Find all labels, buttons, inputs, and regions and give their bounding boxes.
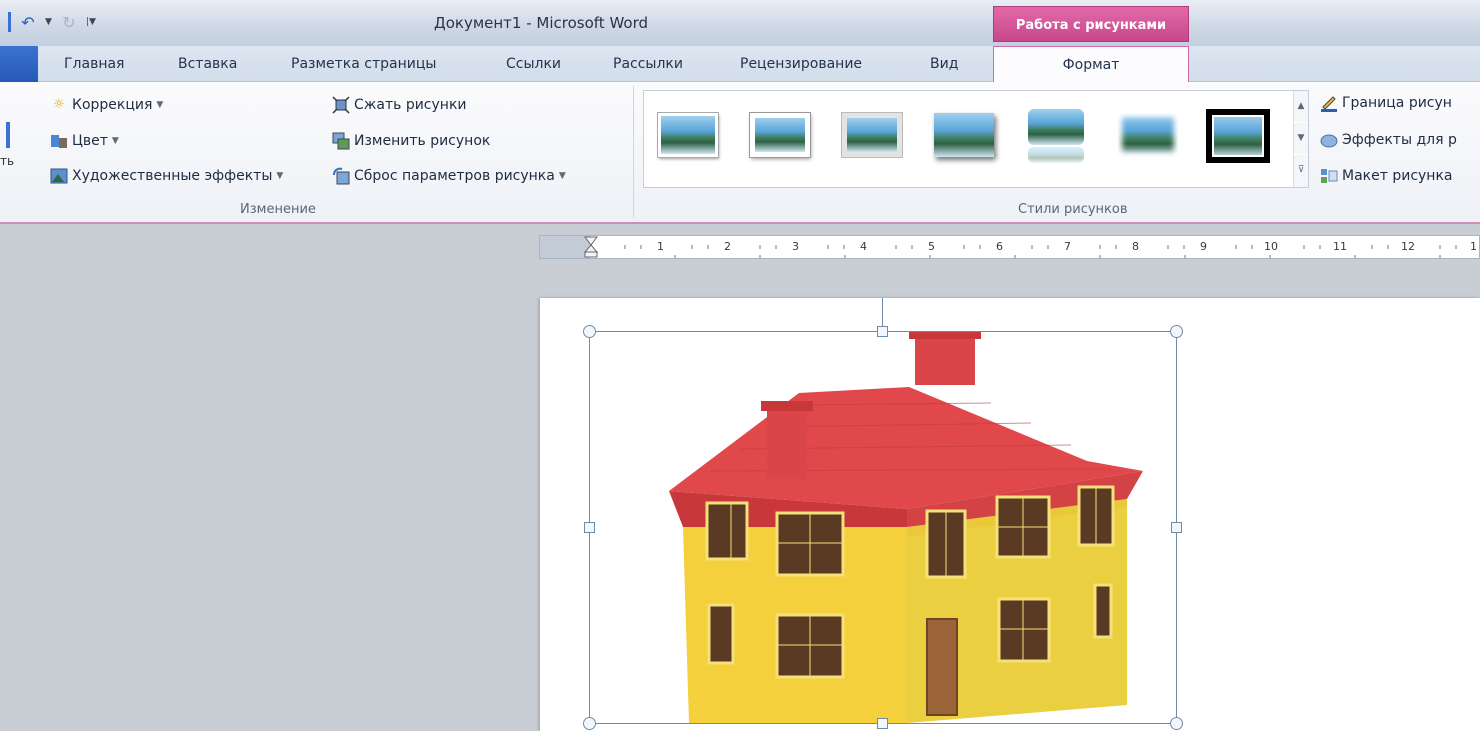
ruler-ticks: [624, 245, 1457, 258]
cutoff-button-label[interactable]: ть: [0, 154, 14, 168]
resize-handle-left[interactable]: [584, 522, 595, 533]
reset-picture-button[interactable]: Сброс параметров рисунка ▼: [332, 164, 566, 188]
compress-icon: [332, 96, 350, 114]
redo-icon[interactable]: ↻: [58, 13, 80, 32]
tab-insert[interactable]: Вставка: [178, 56, 237, 72]
resize-handle-bottom[interactable]: [877, 718, 888, 729]
picture-styles-gallery: ▲ ▼ ⊽: [643, 90, 1309, 188]
resize-handle-top[interactable]: [877, 326, 888, 337]
picture-style-thick-black-frame[interactable]: [1204, 107, 1272, 167]
ribbon-tabs: Главная Вставка Разметка страницы Ссылки…: [0, 46, 1480, 83]
tab-review[interactable]: Рецензирование: [740, 56, 862, 72]
picture-effects-button[interactable]: Эффекты для р: [1320, 128, 1457, 152]
pencil-border-icon: [1320, 94, 1338, 112]
picture-style-simple-frame[interactable]: [654, 107, 722, 167]
reset-picture-icon: [332, 167, 350, 185]
picture-style-soft-edge[interactable]: [1114, 107, 1182, 167]
tab-home[interactable]: Главная: [64, 56, 124, 72]
group-divider: [633, 86, 634, 218]
layout-icon: [1320, 167, 1338, 185]
compress-label: Сжать рисунки: [354, 97, 467, 113]
color-label: Цвет: [72, 133, 108, 149]
picture-layout-button[interactable]: Макет рисунка: [1320, 164, 1453, 188]
resize-handle-bottom-left[interactable]: [583, 717, 596, 730]
document-page[interactable]: [540, 298, 1480, 731]
gallery-scroll-down[interactable]: ▼: [1293, 123, 1308, 154]
picture-style-metal-frame[interactable]: [838, 107, 906, 167]
resize-handle-bottom-right[interactable]: [1170, 717, 1183, 730]
ribbon: ть ☼ Коррекция ▼ Цвет ▼ Художественные э…: [0, 82, 1480, 224]
tab-references[interactable]: Ссылки: [506, 56, 561, 72]
styles-group-label: Стили рисунков: [1018, 202, 1128, 217]
window-title: Документ1 - Microsoft Word: [434, 14, 648, 32]
chevron-down-icon: ▼: [111, 136, 119, 146]
color-icon: [50, 132, 68, 150]
picture-border-button[interactable]: Граница рисун: [1320, 91, 1452, 115]
undo-dropdown-icon[interactable]: ▼: [45, 17, 52, 27]
change-picture-button[interactable]: Изменить рисунок: [332, 129, 490, 153]
adjust-group-label: Изменение: [240, 202, 316, 217]
color-button[interactable]: Цвет ▼: [50, 129, 119, 153]
gallery-scroll-up[interactable]: ▲: [1293, 91, 1308, 122]
corrections-label: Коррекция: [72, 97, 153, 113]
qat-edge: [8, 12, 11, 32]
undo-icon[interactable]: ↶: [17, 13, 39, 32]
gallery-more-button[interactable]: ⊽: [1293, 155, 1308, 187]
effects-icon: [1320, 131, 1338, 149]
quick-access-toolbar: ↶ ▼ ↻ |▼: [8, 10, 96, 34]
change-picture-icon: [332, 132, 350, 150]
change-picture-label: Изменить рисунок: [354, 133, 491, 149]
corrections-button[interactable]: ☼ Коррекция ▼: [50, 93, 163, 117]
tab-view[interactable]: Вид: [930, 56, 958, 72]
title-bar: ↶ ▼ ↻ |▼ Документ1 - Microsoft Word Рабо…: [0, 0, 1480, 46]
resize-handle-top-right[interactable]: [1170, 325, 1183, 338]
picture-effects-label: Эффекты для р: [1342, 132, 1457, 148]
chevron-down-icon: ▼: [156, 100, 164, 110]
picture-style-reflected[interactable]: [1022, 107, 1090, 167]
file-tab[interactable]: [0, 46, 38, 82]
resize-handle-top-left[interactable]: [583, 325, 596, 338]
tab-format[interactable]: Формат: [993, 46, 1189, 83]
resize-handle-right[interactable]: [1171, 522, 1182, 533]
horizontal-ruler[interactable]: 1 2 3 4 5 6 7 8 9 10 11 12 1: [539, 235, 1480, 259]
artistic-effects-label: Художественные эффекты: [72, 168, 273, 184]
picture-style-white-frame[interactable]: [746, 107, 814, 167]
reset-picture-label: Сброс параметров рисунка: [354, 168, 555, 184]
picture-layout-label: Макет рисунка: [1342, 168, 1453, 184]
tab-page-layout[interactable]: Разметка страницы: [291, 56, 436, 72]
customize-qat-icon[interactable]: |▼: [86, 17, 96, 27]
artistic-effects-button[interactable]: Художественные эффекты ▼: [50, 164, 283, 188]
compress-pictures-button[interactable]: Сжать рисунки: [332, 93, 467, 117]
picture-tools-context-header: Работа с рисунками: [993, 6, 1189, 42]
chevron-down-icon: ▼: [558, 171, 566, 181]
picture-border-label: Граница рисун: [1342, 95, 1452, 111]
cutoff-button-edge[interactable]: [0, 120, 12, 150]
sun-icon: ☼: [53, 97, 65, 112]
house-picture[interactable]: [591, 331, 1177, 723]
picture-style-drop-shadow[interactable]: [930, 107, 998, 167]
artistic-effects-icon: [50, 167, 68, 185]
tab-mailings[interactable]: Рассылки: [613, 56, 683, 72]
chevron-down-icon: ▼: [276, 171, 284, 181]
